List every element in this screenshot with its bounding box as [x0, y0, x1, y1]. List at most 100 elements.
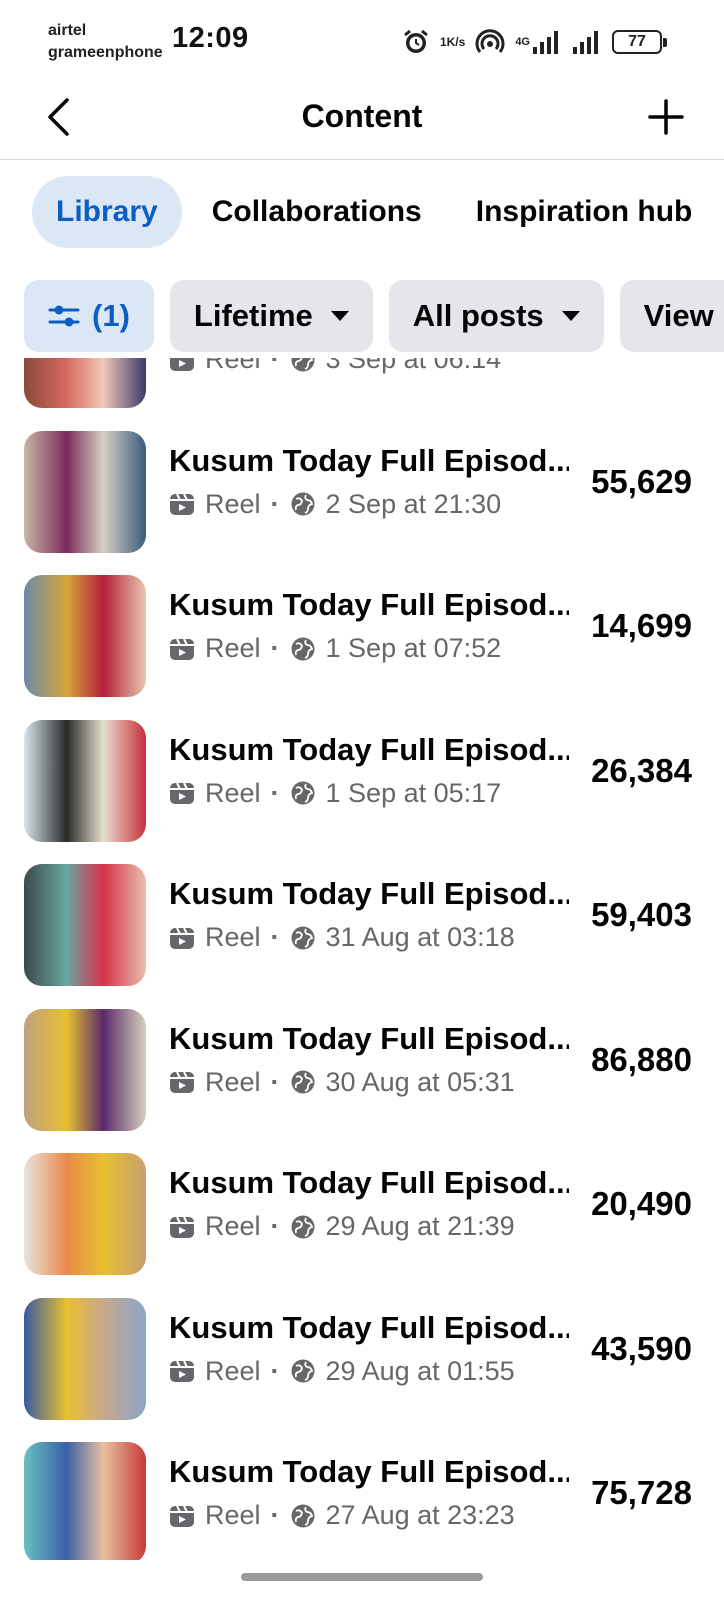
post-list-item[interactable]: Kusum Today Full Episod... Reel · 1 Sep … — [0, 565, 724, 710]
post-list-content: Kusum Today Full Episod... Reel · 3 Sep … — [0, 358, 724, 1560]
meta-separator: · — [270, 633, 280, 663]
reel-icon — [170, 358, 194, 371]
post-list-item[interactable]: Kusum Today Full Episod... Reel · 31 Aug… — [0, 854, 724, 999]
period-dropdown[interactable]: Lifetime — [169, 280, 373, 352]
post-meta: Reel · 3 Sep at 06:14 — [169, 358, 501, 375]
post-list-item[interactable]: Kusum Today Full Episod... Reel · 2 Sep … — [0, 421, 724, 566]
post-thumbnail[interactable] — [24, 358, 146, 408]
post-title: Kusum Today Full Episod... — [169, 1454, 569, 1489]
post-date: 29 Aug at 21:39 — [325, 1211, 515, 1241]
post-meta: Reel · 29 Aug at 21:39 — [169, 1211, 515, 1242]
post-type: Reel — [205, 633, 261, 663]
meta-separator: · — [270, 488, 280, 519]
post-list-item[interactable]: Kusum Today Full Episod... Reel · 29 Aug… — [0, 1143, 724, 1288]
post-list[interactable]: Kusum Today Full Episod... Reel · 3 Sep … — [0, 358, 724, 1560]
add-content-button[interactable] — [644, 94, 688, 140]
meta-separator: · — [270, 1066, 280, 1097]
post-thumbnail[interactable] — [24, 1442, 146, 1560]
post-date: 27 Aug at 23:23 — [325, 1500, 515, 1530]
post-date: 31 Aug at 03:18 — [325, 922, 515, 952]
reel-icon — [170, 493, 194, 515]
tab-collaborations[interactable]: Collaborations — [188, 176, 446, 248]
reel-icon — [170, 638, 194, 660]
alarm-icon — [402, 28, 430, 56]
post-title: Kusum Today Full Episod... — [169, 587, 569, 622]
post-type-dropdown[interactable]: All posts — [388, 280, 604, 352]
post-date: 1 Sep at 05:17 — [325, 777, 502, 808]
post-thumbnail[interactable] — [24, 719, 146, 842]
reel-icon — [170, 1071, 194, 1093]
globe-icon — [291, 1215, 315, 1238]
post-type: Reel — [205, 358, 261, 374]
post-date: 2 Sep at 21:30 — [325, 488, 502, 519]
carrier-names: airtel grameenphone — [48, 20, 163, 64]
post-list-item[interactable]: Kusum Today Full Episod... Reel · 1 Sep … — [0, 710, 724, 855]
post-thumbnail[interactable] — [24, 1297, 146, 1420]
post-type: Reel — [205, 777, 261, 808]
meta-separator: · — [270, 777, 280, 808]
post-views: 26,384 — [591, 751, 692, 789]
post-thumbnail[interactable] — [24, 1153, 146, 1275]
post-views: 14,699 — [591, 607, 692, 644]
post-meta: Reel · 1 Sep at 07:52 — [169, 633, 501, 664]
reel-icon — [170, 782, 194, 804]
filter-settings-button[interactable]: (1) — [24, 280, 154, 352]
post-thumbnail[interactable] — [24, 575, 146, 697]
net-speed-value: 1 — [439, 35, 447, 49]
view-label: View — [643, 298, 714, 333]
post-thumbnail[interactable] — [24, 430, 146, 553]
globe-icon — [291, 926, 315, 949]
globe-icon — [291, 1504, 315, 1527]
post-meta: Reel · 29 Aug at 01:55 — [169, 1356, 515, 1387]
post-thumbnail[interactable] — [24, 1008, 146, 1131]
status-bar: airtel grameenphone 12:09 1 K/s 4G 77 — [0, 0, 724, 78]
post-type: Reel — [205, 1355, 261, 1386]
meta-separator: · — [270, 1211, 280, 1241]
plus-icon — [648, 99, 684, 135]
post-thumbnail[interactable] — [24, 864, 146, 986]
filter-count: (1) — [92, 298, 130, 333]
signal-icon — [572, 29, 602, 55]
post-meta: Reel · 2 Sep at 21:30 — [169, 489, 501, 520]
post-list-item[interactable]: Kusum Today Full Episod... Reel · 3 Sep … — [0, 358, 724, 421]
tab-library[interactable]: Library — [32, 176, 182, 248]
post-list-item[interactable]: Kusum Today Full Episod... Reel · 27 Aug… — [0, 1432, 724, 1560]
post-date: 1 Sep at 07:52 — [325, 633, 502, 663]
filter-bar: (1) Lifetime All posts View — [24, 280, 724, 354]
battery-icon: 77 — [612, 30, 667, 54]
reel-icon — [170, 1216, 194, 1238]
post-date: 29 Aug at 01:55 — [325, 1355, 515, 1386]
battery-level: 77 — [628, 33, 646, 50]
post-title: Kusum Today Full Episod... — [169, 442, 569, 478]
meta-separator: · — [270, 1500, 280, 1530]
post-title: Kusum Today Full Episod... — [169, 1165, 569, 1200]
net-speed: 1 K/s — [440, 36, 465, 48]
post-type: Reel — [205, 1211, 261, 1241]
view-dropdown[interactable]: View — [619, 280, 724, 352]
home-indicator[interactable] — [241, 1573, 483, 1581]
post-views: 75,728 — [591, 1474, 692, 1511]
post-list-item[interactable]: Kusum Today Full Episod... Reel · 29 Aug… — [0, 1288, 724, 1433]
reel-icon — [170, 927, 194, 949]
post-meta: Reel · 31 Aug at 03:18 — [169, 922, 515, 953]
period-label: Lifetime — [193, 298, 313, 333]
meta-separator: · — [270, 358, 280, 374]
network-type: 4G — [515, 36, 530, 48]
meta-separator: · — [270, 922, 280, 952]
sliders-icon — [48, 305, 80, 327]
carrier-2: grameenphone — [48, 44, 163, 61]
tab-inspiration-hub[interactable]: Inspiration hub — [452, 176, 717, 248]
reel-icon — [170, 1505, 194, 1527]
top-app-bar: Content — [0, 78, 724, 160]
post-meta: Reel · 30 Aug at 05:31 — [169, 1067, 515, 1098]
caret-down-icon — [330, 311, 349, 321]
signal-4g-icon: 4G — [515, 29, 562, 55]
post-list-item[interactable]: Kusum Today Full Episod... Reel · 30 Aug… — [0, 999, 724, 1144]
globe-icon — [291, 781, 315, 805]
post-views: 86,880 — [591, 1040, 692, 1078]
post-title: Kusum Today Full Episod... — [169, 731, 569, 767]
post-meta: Reel · 27 Aug at 23:23 — [169, 1500, 515, 1531]
caret-down-icon — [561, 311, 580, 321]
globe-icon — [291, 492, 315, 516]
post-type: Reel — [205, 1500, 261, 1530]
